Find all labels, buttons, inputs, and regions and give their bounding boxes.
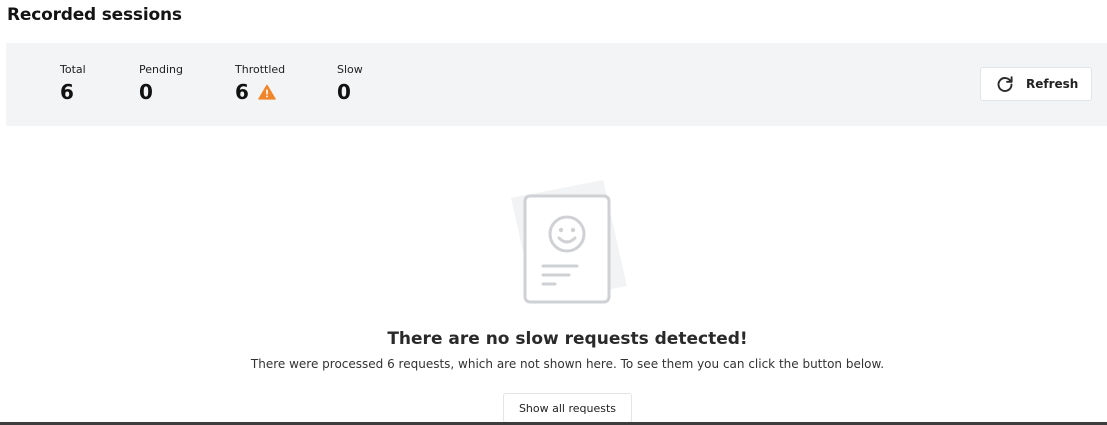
stat-slow: Slow 0 — [337, 63, 363, 103]
warning-icon — [258, 84, 276, 100]
stat-slow-label: Slow — [337, 63, 363, 76]
stat-throttled-value: 6 — [235, 80, 249, 104]
show-all-requests-button[interactable]: Show all requests — [503, 393, 632, 423]
empty-state-description: There were processed 6 requests, which a… — [250, 357, 885, 371]
stat-throttled: Throttled 6 — [235, 63, 285, 103]
stat-pending-label: Pending — [139, 63, 183, 76]
refresh-icon — [996, 75, 1014, 93]
refresh-button[interactable]: Refresh — [980, 67, 1092, 101]
stat-pending-value: 0 — [139, 80, 153, 104]
stat-total: Total 6 — [60, 63, 86, 103]
stat-throttled-label: Throttled — [235, 63, 286, 76]
stats-panel: Total 6 Pending 0 Throttled 6 Slow 0 Ref… — [6, 43, 1107, 126]
stat-slow-value: 0 — [337, 80, 351, 104]
empty-document-smiley-icon — [505, 180, 631, 308]
page-title: Recorded sessions — [7, 5, 182, 25]
stat-total-label: Total — [60, 63, 86, 76]
refresh-label: Refresh — [1026, 77, 1079, 91]
stat-pending: Pending 0 — [139, 63, 183, 103]
empty-state-title: There are no slow requests detected! — [387, 329, 748, 349]
stat-total-value: 6 — [60, 80, 74, 104]
